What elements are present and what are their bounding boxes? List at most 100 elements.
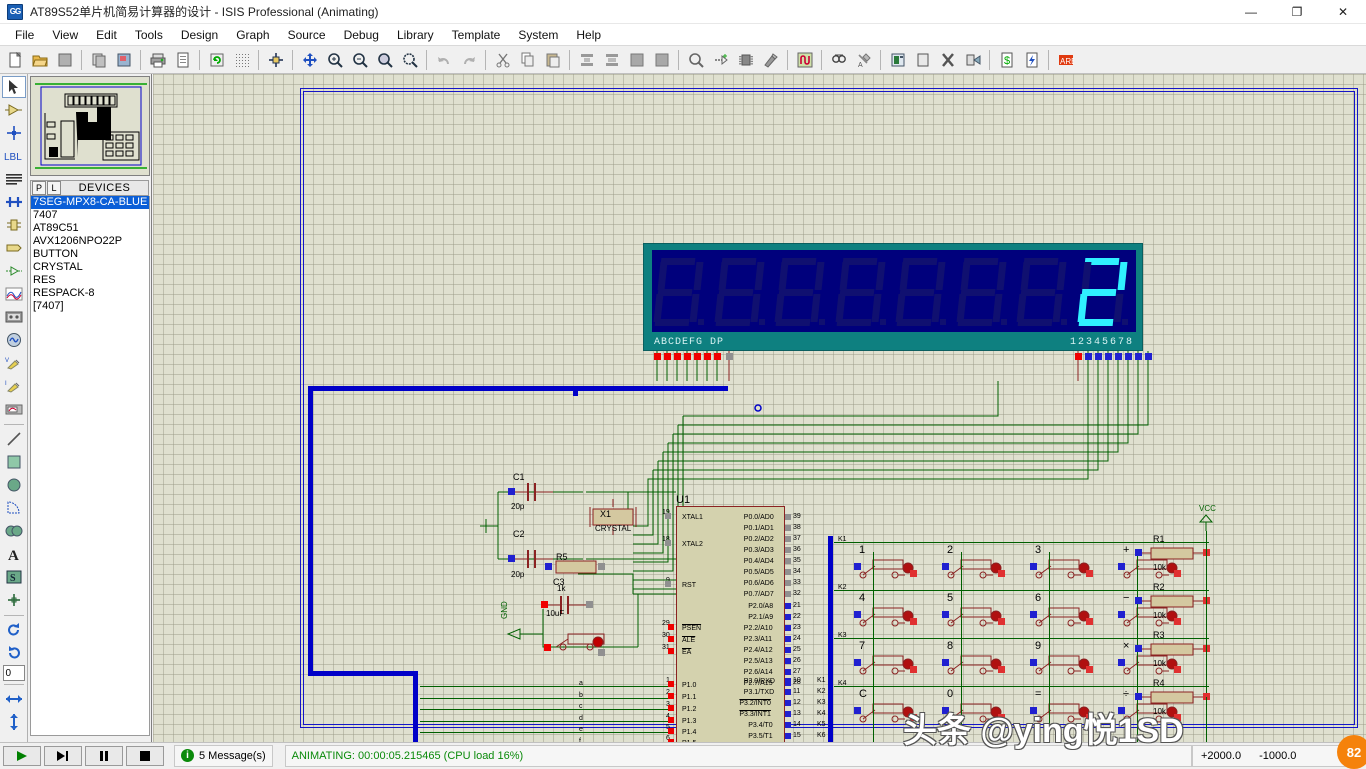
maximize-button[interactable]: ❐	[1274, 0, 1320, 24]
arc-tool[interactable]	[2, 497, 26, 519]
menu-help[interactable]: Help	[567, 25, 610, 45]
current-probe-mode[interactable]: I	[2, 375, 26, 397]
overview-preview[interactable]	[30, 76, 150, 176]
generator-mode[interactable]	[2, 329, 26, 351]
device-pins-mode[interactable]	[2, 260, 26, 282]
import-section-icon[interactable]	[86, 48, 111, 72]
schematic-canvas[interactable]: ABCDEFG DP 12345678	[153, 74, 1366, 742]
print-area-icon[interactable]	[170, 48, 195, 72]
copy-icon[interactable]	[515, 48, 540, 72]
new-sheet-icon[interactable]	[910, 48, 935, 72]
close-button[interactable]: ✕	[1320, 0, 1366, 24]
menu-source[interactable]: Source	[279, 25, 335, 45]
device-list-item[interactable]: RES	[31, 274, 149, 287]
line-tool[interactable]	[2, 428, 26, 450]
path-tool[interactable]	[2, 520, 26, 542]
origin-icon[interactable]	[263, 48, 288, 72]
block-rotate-icon[interactable]	[624, 48, 649, 72]
step-button[interactable]	[44, 746, 82, 766]
block-copy-icon[interactable]	[574, 48, 599, 72]
mirror-y[interactable]	[2, 711, 26, 733]
electrical-rule-check-icon[interactable]	[1019, 48, 1044, 72]
keypad-button-6[interactable]: 6	[1029, 592, 1119, 640]
keypad-button-3[interactable]: 3	[1029, 544, 1119, 592]
menu-graph[interactable]: Graph	[227, 25, 278, 45]
keypad-button-4[interactable]: 4	[853, 592, 943, 640]
menu-template[interactable]: Template	[443, 25, 510, 45]
cut-icon[interactable]	[490, 48, 515, 72]
bus-segment-down[interactable]	[413, 671, 418, 742]
bus-segment-left[interactable]	[308, 386, 313, 676]
selection-mode[interactable]	[2, 76, 26, 98]
marker-tool[interactable]	[2, 589, 26, 611]
zoom-in-icon[interactable]	[322, 48, 347, 72]
keypad-button-2[interactable]: 2	[941, 544, 1031, 592]
wire-label-mode[interactable]: LBL	[2, 145, 26, 167]
block-move-icon[interactable]	[599, 48, 624, 72]
buses-mode[interactable]	[2, 191, 26, 213]
library-button[interactable]: L	[47, 181, 61, 195]
rotate-anticlockwise[interactable]	[2, 642, 26, 664]
undo-icon[interactable]	[431, 48, 456, 72]
stop-button[interactable]	[126, 746, 164, 766]
circle-tool[interactable]	[2, 474, 26, 496]
device-list-item[interactable]: 7SEG-MPX8-CA-BLUE	[31, 196, 149, 209]
refresh-icon[interactable]	[204, 48, 229, 72]
pause-button[interactable]	[85, 746, 123, 766]
design-explorer-icon[interactable]	[885, 48, 910, 72]
menu-design[interactable]: Design	[172, 25, 227, 45]
device-list-item[interactable]: RESPACK-8	[31, 287, 149, 300]
device-list-item[interactable]: BUTTON	[31, 248, 149, 261]
text-script-mode[interactable]	[2, 168, 26, 190]
menu-view[interactable]: View	[43, 25, 87, 45]
keypad-button-9[interactable]: 9	[1029, 640, 1119, 688]
toggle-grid-icon[interactable]	[229, 48, 254, 72]
search-tag-icon[interactable]	[826, 48, 851, 72]
open-file-icon[interactable]	[27, 48, 52, 72]
play-button[interactable]	[3, 746, 41, 766]
device-list-item[interactable]: AT89C51	[31, 222, 149, 235]
graph-mode[interactable]	[2, 283, 26, 305]
device-list-item[interactable]: AVX1206NPO22P	[31, 235, 149, 248]
menu-file[interactable]: File	[6, 25, 43, 45]
device-list-item[interactable]: CRYSTAL	[31, 261, 149, 274]
decompose-icon[interactable]	[758, 48, 783, 72]
keypad-button-8[interactable]: 8	[941, 640, 1031, 688]
rotation-value-field[interactable]: 0	[3, 665, 25, 681]
keypad-button-5[interactable]: 5	[941, 592, 1031, 640]
text-tool[interactable]: A	[2, 543, 26, 565]
device-list-item[interactable]: [7407]	[31, 300, 149, 313]
mirror-x[interactable]	[2, 688, 26, 710]
wire-autorouter-icon[interactable]	[792, 48, 817, 72]
symbol-tool[interactable]: S	[2, 566, 26, 588]
device-list-item[interactable]: 7407	[31, 209, 149, 222]
zoom-all-icon[interactable]	[397, 48, 422, 72]
pick-device-icon[interactable]	[683, 48, 708, 72]
bus-keypad-right[interactable]	[828, 536, 833, 742]
save-file-icon[interactable]	[52, 48, 77, 72]
message-area[interactable]: i 5 Message(s)	[174, 745, 273, 767]
bus-segment-mid[interactable]	[308, 671, 418, 676]
junction-dot-mode[interactable]	[2, 122, 26, 144]
menu-system[interactable]: System	[509, 25, 567, 45]
subcircuit-mode[interactable]	[2, 214, 26, 236]
bill-of-materials-icon[interactable]: $	[994, 48, 1019, 72]
keypad-button-1[interactable]: 1	[853, 544, 943, 592]
pan-icon[interactable]	[297, 48, 322, 72]
virtual-instruments-mode[interactable]	[2, 398, 26, 420]
block-delete-icon[interactable]	[649, 48, 674, 72]
netlist-to-ares-icon[interactable]: ARES	[1053, 48, 1078, 72]
zoom-area-icon[interactable]	[372, 48, 397, 72]
rotate-clockwise[interactable]	[2, 619, 26, 641]
menu-edit[interactable]: Edit	[87, 25, 126, 45]
make-device-icon[interactable]	[708, 48, 733, 72]
voltage-probe-mode[interactable]: V	[2, 352, 26, 374]
export-section-icon[interactable]	[111, 48, 136, 72]
component-mode[interactable]	[2, 99, 26, 121]
zoom-out-icon[interactable]	[347, 48, 372, 72]
paste-icon[interactable]	[540, 48, 565, 72]
redo-icon[interactable]	[456, 48, 481, 72]
print-icon[interactable]	[145, 48, 170, 72]
menu-library[interactable]: Library	[388, 25, 443, 45]
pick-devices-button[interactable]: P	[32, 181, 46, 195]
